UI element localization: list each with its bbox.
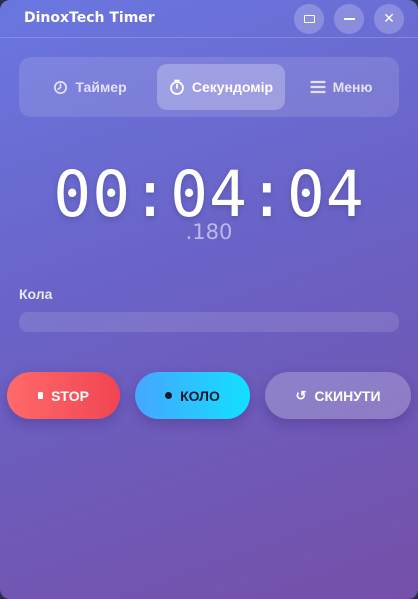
stop-button[interactable]: STOP: [7, 372, 120, 419]
elapsed-milliseconds: .180: [185, 220, 233, 244]
reset-button-label: СКИНУТИ: [314, 387, 381, 404]
tab-stopwatch-label: Секундомір: [191, 79, 274, 95]
minimize-button[interactable]: [334, 4, 364, 34]
laps-heading: Кола: [19, 286, 53, 302]
title-bar[interactable]: DinoxTech Timer ✕: [0, 0, 418, 38]
stop-button-label: STOP: [51, 387, 89, 404]
tab-menu[interactable]: Меню: [289, 64, 393, 110]
app-title: DinoxTech Timer: [24, 10, 155, 26]
stopwatch-icon: [169, 79, 185, 95]
close-icon: ✕: [383, 11, 395, 27]
reset-icon: ↺: [295, 388, 307, 403]
app-window: DinoxTech Timer ✕ Таймер Секундомір Меню…: [0, 0, 418, 599]
mode-tabs: Таймер Секундомір Меню: [19, 57, 399, 117]
tab-stopwatch[interactable]: Секундомір: [157, 64, 285, 110]
menu-icon: [309, 79, 326, 95]
lap-button[interactable]: КОЛО: [135, 372, 250, 419]
stop-icon: [38, 392, 44, 399]
minimize-icon: [343, 18, 355, 20]
tab-timer-label: Таймер: [75, 79, 127, 95]
lap-button-label: КОЛО: [180, 387, 220, 404]
laps-list[interactable]: [19, 312, 399, 332]
maximize-button[interactable]: [294, 4, 324, 34]
timer-icon: [52, 79, 68, 95]
close-button[interactable]: ✕: [374, 4, 404, 34]
maximize-icon: [303, 15, 315, 23]
tab-timer[interactable]: Таймер: [27, 64, 152, 110]
reset-button[interactable]: ↺ СКИНУТИ: [265, 372, 411, 419]
dot-icon: [165, 392, 173, 399]
tab-menu-label: Меню: [332, 79, 373, 95]
